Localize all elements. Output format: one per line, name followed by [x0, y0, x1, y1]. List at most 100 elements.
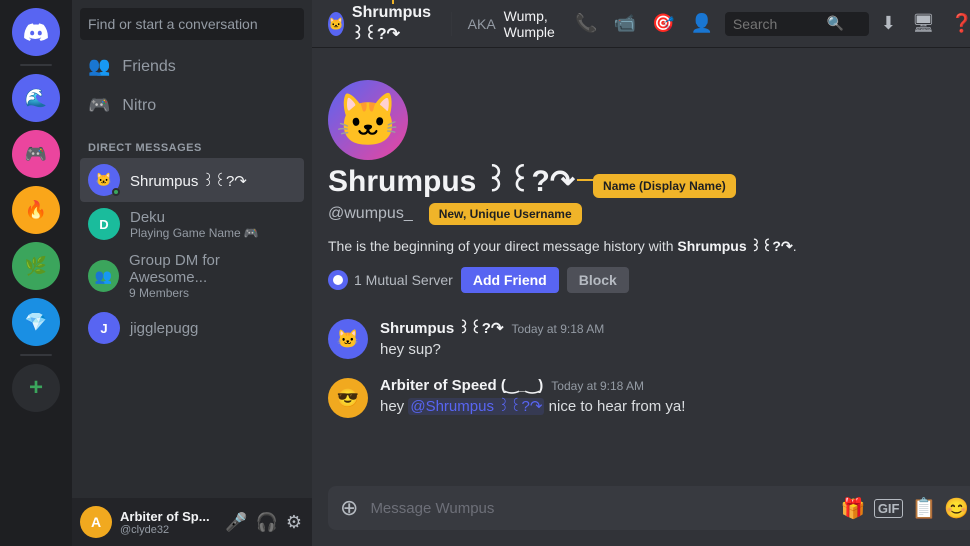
message-group-2: 😎 Arbiter of Speed (‿_‿) Today at 9:18 A… [328, 376, 970, 418]
search-input[interactable] [733, 16, 823, 32]
message-header-2: Arbiter of Speed (‿_‿) Today at 9:18 AM [380, 376, 970, 394]
mutual-servers: 1 Mutual Server [328, 270, 453, 290]
server-icon-add[interactable]: + [12, 364, 60, 412]
profile-description: The is the beginning of your direct mess… [328, 237, 797, 255]
message-content-2: Arbiter of Speed (‿_‿) Today at 9:18 AM … [380, 376, 970, 418]
main-area: 🐱 Shrumpus ꒱꒰?↷ Name (Display Name) AKA … [312, 0, 970, 546]
input-icons: 🎁 GIF 📋 😊 [841, 496, 969, 521]
dm-name-deku: Deku [130, 209, 259, 226]
search-box[interactable]: 🔍 [725, 12, 869, 36]
dm-sidebar: Find or start a conversation 👥 Friends 🎮… [72, 0, 312, 546]
sidebar-item-nitro[interactable]: 🎮 Nitro [80, 87, 304, 124]
help-button[interactable]: ❓ [947, 9, 970, 38]
chat-area: 🐱 Shrumpus ꒱꒰?↷ Name (Display Name) @wum… [312, 48, 970, 486]
profile-display-name: Shrumpus ꒱꒰?↷ [328, 160, 575, 199]
message-time-2: Today at 9:18 AM [551, 379, 644, 393]
dm-subname-deku: Playing Game Name 🎮 [130, 226, 259, 240]
download-button[interactable]: ⬇ [877, 9, 900, 38]
gif-button[interactable]: GIF [874, 499, 904, 518]
dm-subname-group: 9 Members [129, 286, 296, 300]
message-avatar-arbiter: 😎 [328, 378, 368, 418]
profile-avatar-large: 🐱 [328, 80, 408, 160]
settings-button[interactable]: ⚙ [284, 510, 304, 535]
user-status: @clyde32 [120, 524, 215, 536]
dm-name-jigglepugg: jigglepugg [130, 320, 198, 337]
dm-item-jigglepugg[interactable]: J jigglepugg [80, 306, 304, 350]
gift-icon-button[interactable]: 🎁 [841, 496, 866, 521]
header-divider [451, 12, 452, 36]
server-divider [20, 64, 52, 66]
emoji-button[interactable]: 😊 [944, 496, 969, 521]
dm-item-deku[interactable]: D Deku Playing Game Name 🎮 [80, 202, 304, 246]
server-icon-s1[interactable]: 🌊 [12, 74, 60, 122]
message-content-1: Shrumpus ꒱꒰?↷ Today at 9:18 AM hey sup? [380, 317, 970, 360]
inbox-button[interactable]: 🖥 [908, 9, 939, 38]
server-icon-s5[interactable]: 💎 [12, 298, 60, 346]
chat-messages: 🐱 Shrumpus ꒱꒰?↷ Today at 9:18 AM hey sup… [328, 317, 970, 434]
server-icon-s4[interactable]: 🌿 [12, 242, 60, 290]
add-friend-button[interactable]: Add Friend [461, 267, 559, 293]
header-icons: 📞 📹 🎯 👤 🔍 ⬇ 🖥 ❓ [571, 9, 970, 38]
message-author-1: Shrumpus ꒱꒰?↷ [380, 317, 504, 337]
message-text-2: hey @Shrumpus ꒱꒰?↷ nice to hear from ya! [380, 396, 970, 417]
user-avatar: A [80, 506, 112, 538]
server-icon-home[interactable] [12, 8, 60, 56]
channel-avatar: 🐱 [328, 12, 344, 36]
server-sidebar: 🌊 🎮 🔥 🌿 💎 + [0, 0, 72, 546]
dm-item-group[interactable]: 👥 Group DM for Awesome... 9 Members [80, 246, 304, 306]
sticker-button[interactable]: 📋 [911, 496, 936, 521]
message-mention[interactable]: @Shrumpus ꒱꒰?↷ [408, 398, 544, 415]
profile-annotation-username: New, Unique Username [439, 207, 572, 221]
dm-avatar-group: 👥 [88, 260, 119, 292]
mute-button[interactable]: 🎤 [223, 510, 249, 535]
message-time-1: Today at 9:18 AM [512, 322, 605, 336]
message-group-1: 🐱 Shrumpus ꒱꒰?↷ Today at 9:18 AM hey sup… [328, 317, 970, 360]
video-button[interactable]: 📹 [610, 9, 640, 38]
user-panel: A Arbiter of Sp... @clyde32 🎤 🎧 ⚙ [72, 498, 312, 546]
add-attachment-button[interactable]: ⊕ [336, 491, 362, 525]
deafen-button[interactable]: 🎧 [253, 510, 279, 535]
message-avatar-shrumpus: 🐱 [328, 319, 368, 359]
dm-avatar-deku: D [88, 208, 120, 240]
server-icon-s3[interactable]: 🔥 [12, 186, 60, 234]
profile-username-row: @wumpus_ New, Unique Username [328, 203, 582, 225]
call-button[interactable]: 📞 [571, 9, 601, 38]
find-conversation-text: Find or start a conversation [88, 16, 258, 32]
profile-section: 🐱 Shrumpus ꒱꒰?↷ Name (Display Name) @wum… [328, 64, 970, 293]
message-text-1: hey sup? [380, 339, 970, 360]
profile-desc-name: Shrumpus ꒱꒰?↷ [677, 238, 792, 254]
user-name: Arbiter of Sp... [120, 509, 215, 524]
block-button[interactable]: Block [567, 267, 629, 293]
channel-aka-label: AKA [468, 16, 496, 32]
friends-icon: 👥 [88, 56, 110, 77]
server-icon-s2[interactable]: 🎮 [12, 130, 60, 178]
message-input-area: ⊕ 🎁 GIF 📋 😊 [312, 486, 970, 546]
friends-label: Friends [122, 58, 175, 76]
sidebar-item-friends[interactable]: 👥 Friends [80, 48, 304, 85]
channel-name: Shrumpus ꒱꒰?↷ [352, 4, 431, 43]
channel-header: 🐱 Shrumpus ꒱꒰?↷ Name (Display Name) AKA … [312, 0, 970, 48]
dm-avatar-jigglepugg: J [88, 312, 120, 344]
dm-avatar-shrumpus: 🐱 [88, 164, 120, 196]
server-divider-2 [20, 354, 52, 356]
dm-name-shrumpus: Shrumpus ꒱꒰?↷ [130, 170, 247, 190]
activity-button[interactable]: 🎯 [648, 9, 678, 38]
dm-section-header: DIRECT MESSAGES [80, 126, 304, 158]
nitro-label: Nitro [122, 97, 156, 115]
profile-actions: 1 Mutual Server Add Friend Block [328, 267, 629, 293]
profile-annotation-display-name: Name (Display Name) [603, 179, 726, 193]
mutual-servers-label: 1 Mutual Server [354, 272, 453, 288]
mutual-server-icon [328, 270, 348, 290]
message-input-box: ⊕ 🎁 GIF 📋 😊 [328, 486, 970, 530]
add-friend-header-button[interactable]: 👤 [687, 9, 717, 38]
profile-username: @wumpus_ [328, 205, 413, 223]
find-conversation-bar[interactable]: Find or start a conversation [80, 8, 304, 40]
channel-alias: Wump, Wumple [504, 8, 556, 40]
message-author-2: Arbiter of Speed (‿_‿) [380, 376, 543, 394]
message-input[interactable] [370, 500, 832, 517]
status-dot-shrumpus [112, 188, 120, 196]
message-text-suffix: nice to hear from ya! [549, 398, 686, 415]
nitro-icon: 🎮 [88, 95, 110, 116]
dm-item-shrumpus[interactable]: 🐱 Shrumpus ꒱꒰?↷ [80, 158, 304, 202]
search-icon: 🔍 [827, 15, 844, 32]
